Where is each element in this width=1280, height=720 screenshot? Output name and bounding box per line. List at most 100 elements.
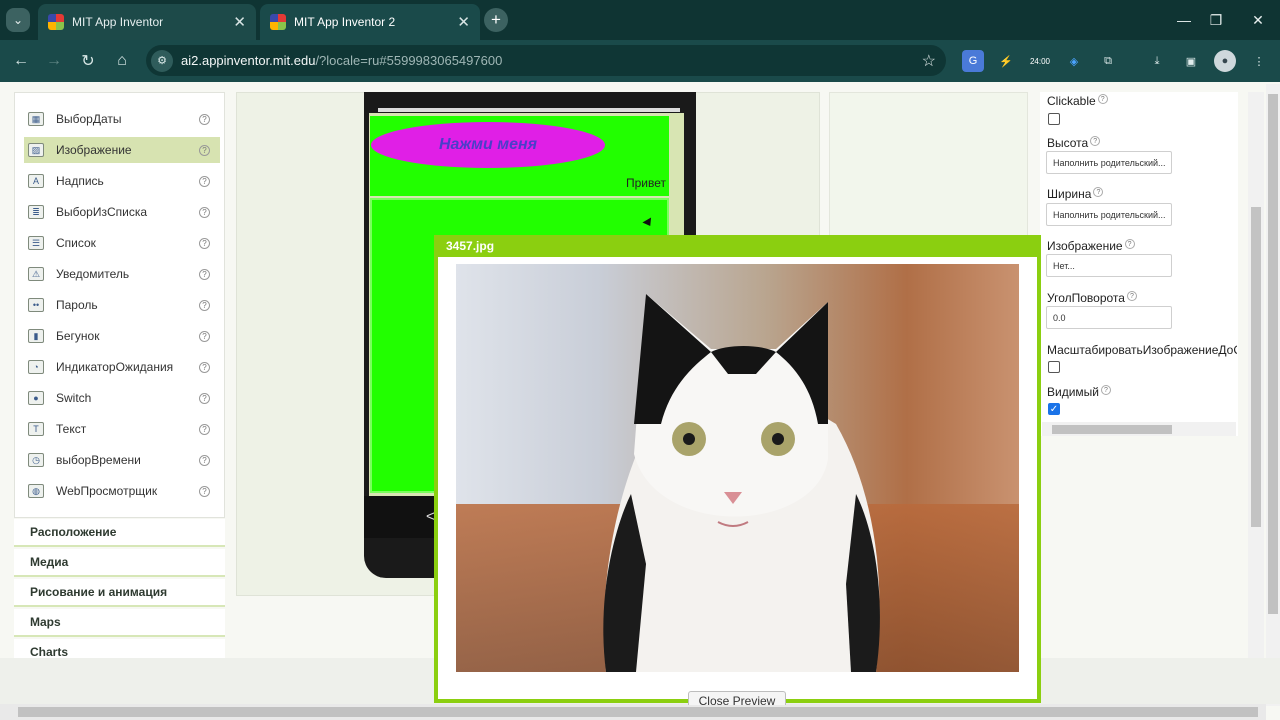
help-icon[interactable]: ? (1097, 94, 1108, 104)
palette-item[interactable]: ● Switch? (24, 385, 220, 411)
rotation-field[interactable]: 0.0 (1046, 306, 1172, 329)
help-icon[interactable]: ? (199, 237, 210, 249)
palette-item[interactable]: ▮ Бегунок? (24, 323, 220, 349)
url-path: /?locale=ru#5599983065497600 (315, 53, 503, 68)
press-me-button[interactable]: Нажми меня (371, 122, 605, 168)
url-host: ai2.appinventor.mit.edu (181, 53, 316, 68)
home-icon[interactable]: ⌂ (109, 48, 135, 74)
components-tree-panel (829, 92, 1028, 237)
picture-field[interactable]: Нет... (1046, 254, 1172, 277)
translate-extension-icon[interactable]: G (962, 50, 984, 72)
palette-category[interactable]: Медиа (14, 549, 225, 577)
address-bar[interactable]: ⚙ ai2.appinventor.mit.edu /?locale=ru#55… (146, 45, 946, 76)
height-label-text: Высота (1047, 136, 1089, 150)
tab-mit-app-inventor-2[interactable]: MIT App Inventor 2 ✕ (260, 4, 480, 40)
forward-arrow-icon[interactable]: → (41, 48, 67, 74)
shield-extension-icon[interactable]: ◈ (1063, 50, 1085, 72)
download-icon[interactable]: ⤓ (1146, 50, 1168, 72)
help-icon[interactable]: ? (199, 268, 210, 280)
profile-avatar[interactable]: ● (1214, 50, 1236, 72)
properties-hscrollbar[interactable] (1042, 422, 1236, 436)
help-icon[interactable]: ? (199, 206, 210, 218)
help-icon[interactable]: ? (199, 330, 210, 342)
help-icon[interactable]: ? (1126, 291, 1137, 301)
help-icon[interactable]: ? (199, 361, 210, 373)
width-label-text: Ширина (1047, 187, 1092, 201)
palette-item[interactable]: ▦ ВыборДаты? (24, 106, 220, 132)
side-panel-icon[interactable]: ▣ (1180, 50, 1202, 72)
scroll-thumb[interactable] (1052, 425, 1172, 434)
page-hscrollbar[interactable] (0, 704, 1266, 720)
press-me-label: Нажми меня (438, 136, 538, 153)
help-icon[interactable]: ? (1101, 385, 1111, 395)
site-info-icon[interactable]: ⚙ (151, 49, 173, 72)
palette-category[interactable]: Рисование и анимация (14, 579, 225, 607)
timer-extension-icon[interactable]: 24:00 (1027, 50, 1053, 72)
palette-item-label: Пароль (56, 298, 98, 312)
menu-kebab-icon[interactable]: ⋮ (1248, 50, 1270, 72)
close-icon[interactable]: ✕ (233, 13, 246, 31)
help-icon[interactable]: ? (199, 392, 210, 404)
help-icon[interactable]: ? (199, 299, 210, 311)
palette-item[interactable]: ◷ выборВремени? (24, 447, 220, 473)
preview-title[interactable]: 3457.jpg (434, 235, 1041, 257)
palette-item[interactable]: ▨ Изображение? (24, 137, 220, 163)
hello-label[interactable]: Привет (626, 176, 666, 190)
help-icon[interactable]: ? (199, 144, 210, 156)
notifier-icon: ⚠ (28, 267, 44, 281)
tab-mit-app-inventor[interactable]: MIT App Inventor ✕ (38, 4, 256, 40)
maximize-icon[interactable]: ❐ (1204, 8, 1228, 32)
help-icon[interactable]: ? (199, 454, 210, 466)
help-icon[interactable]: ? (1124, 239, 1135, 249)
palette-item-label: Switch (56, 391, 92, 405)
clickable-checkbox[interactable] (1048, 113, 1060, 125)
scroll-thumb[interactable] (1251, 207, 1261, 527)
palette-item-label: выборВремени (56, 453, 141, 467)
palette-item-label: Текст (56, 422, 87, 436)
new-tab-button[interactable]: + (484, 8, 508, 32)
scroll-thumb[interactable] (1268, 94, 1278, 614)
help-icon[interactable]: ? (199, 175, 210, 187)
palette-category[interactable]: Maps (14, 609, 225, 637)
switch-icon: ● (28, 391, 44, 405)
palette-item[interactable]: A Надпись? (24, 168, 220, 194)
date-picker-icon: ▦ (28, 112, 44, 126)
help-icon[interactable]: ? (199, 485, 210, 497)
slider-icon: ▮ (28, 329, 44, 343)
lightning-extension-icon[interactable]: ⚡ (995, 50, 1017, 72)
scroll-thumb[interactable] (18, 707, 1258, 717)
reload-icon[interactable]: ↻ (75, 48, 101, 74)
palette-item[interactable]: ◔ ИндикаторОжидания? (24, 354, 220, 380)
palette-item[interactable]: ◍ WebПросмотрщик? (24, 478, 220, 504)
palette-item[interactable]: ≣ ВыборИзСписка? (24, 199, 220, 225)
help-icon[interactable]: ? (1090, 136, 1101, 146)
palette-item[interactable]: T Текст? (24, 416, 220, 442)
phone-speaker (378, 108, 680, 112)
palette-item[interactable]: ⚠ Уведомитель? (24, 261, 220, 287)
extensions-puzzle-icon[interactable]: ⧉ (1097, 50, 1119, 72)
tab-search-button[interactable]: ⌄ (6, 8, 30, 32)
palette-category[interactable]: Расположение (14, 519, 225, 547)
palette-item[interactable]: •• Пароль? (24, 292, 220, 318)
height-field[interactable]: Наполнить родительский... (1046, 151, 1172, 174)
properties-vscrollbar[interactable] (1248, 92, 1264, 658)
window-close-icon[interactable]: ✕ (1246, 8, 1270, 32)
image-icon: ▨ (28, 143, 44, 157)
width-field[interactable]: Наполнить родительский... (1046, 203, 1172, 226)
visible-label: Видимый? (1047, 385, 1111, 399)
app-inventor-favicon-icon (270, 14, 286, 30)
close-icon[interactable]: ✕ (457, 13, 470, 31)
help-icon[interactable]: ? (199, 423, 210, 435)
help-icon[interactable]: ? (1093, 187, 1104, 197)
page-vscrollbar[interactable] (1266, 84, 1280, 706)
bookmark-star-icon[interactable]: ☆ (922, 51, 936, 71)
visible-checkbox[interactable]: ✓ (1048, 403, 1060, 415)
width-label: Ширина? (1047, 187, 1104, 201)
close-preview-button[interactable]: Close Preview (688, 691, 786, 705)
minimize-icon[interactable]: — (1172, 8, 1196, 32)
back-arrow-icon[interactable]: ← (8, 48, 34, 74)
palette-item[interactable]: ☰ Список? (24, 230, 220, 256)
list-picker-icon: ≣ (28, 205, 44, 219)
scale-checkbox[interactable] (1048, 361, 1060, 373)
help-icon[interactable]: ? (199, 113, 210, 125)
